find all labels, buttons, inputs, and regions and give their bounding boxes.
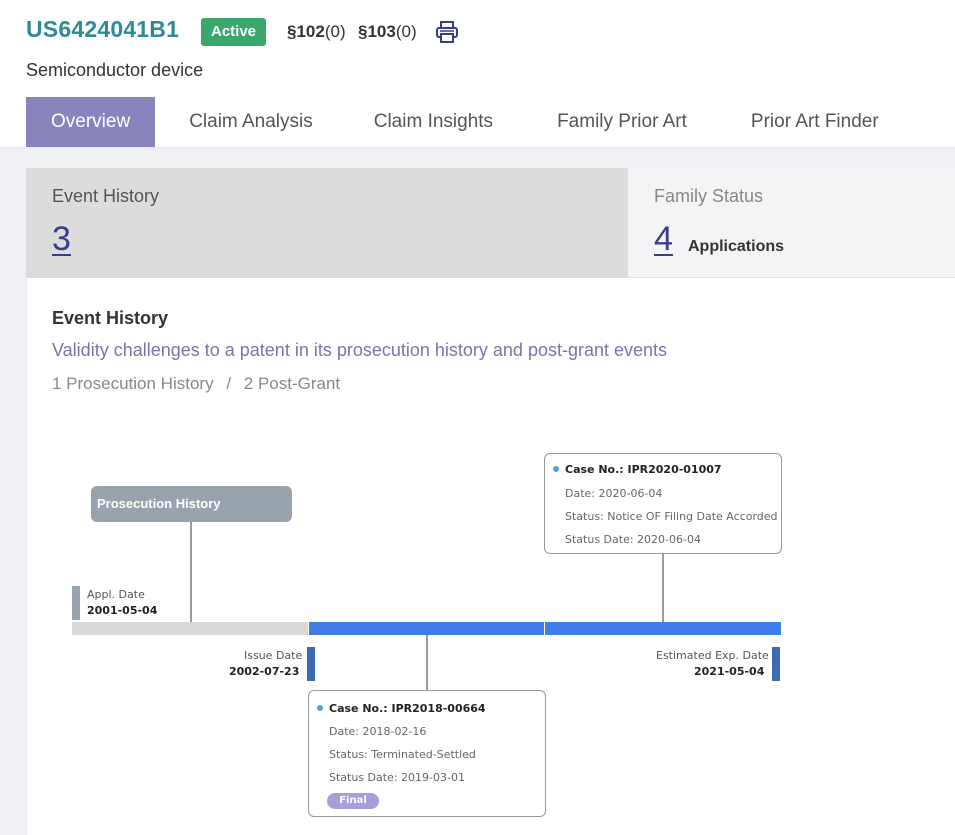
final-badge: Final xyxy=(327,793,379,809)
case-1-status-date: Status Date: 2020-06-04 xyxy=(565,533,701,546)
case-1-number-row: Case No.: IPR2020-01007 xyxy=(553,463,722,476)
bullet-dot-icon xyxy=(317,705,323,711)
appl-date-label: Appl. Date xyxy=(87,588,145,601)
exp-date-marker xyxy=(772,647,780,681)
case-1-status: Status: Notice OF Filing Date Accorded xyxy=(565,510,778,523)
case-2-number-row: Case No.: IPR2018-00664 xyxy=(317,702,486,715)
issue-date-label: Issue Date xyxy=(244,649,303,662)
post-grant-bar-2 xyxy=(545,622,781,635)
bullet-dot-icon xyxy=(553,466,559,472)
exp-date-value: 2021-05-04 xyxy=(694,665,765,678)
case-2-status-date: Status Date: 2019-03-01 xyxy=(329,771,465,784)
case-2-status: Status: Terminated-Settled xyxy=(329,748,476,761)
case-1-number: Case No.: IPR2020-01007 xyxy=(565,463,722,476)
post-grant-bar-1 xyxy=(309,622,544,635)
issue-date-value: 2002-07-23 xyxy=(229,665,300,678)
appl-date-marker xyxy=(72,586,80,620)
case-1-date: Date: 2020-06-04 xyxy=(565,487,663,500)
exp-date-label: Estimated Exp. Date xyxy=(656,649,769,662)
case-callout-ipr2018-00664[interactable]: Case No.: IPR2018-00664 Date: 2018-02-16… xyxy=(308,690,546,817)
prosecution-bar xyxy=(72,622,308,635)
issue-date-marker xyxy=(307,647,315,681)
prosecution-history-label[interactable]: Prosecution History xyxy=(91,486,292,522)
case-2-date: Date: 2018-02-16 xyxy=(329,725,427,738)
case-2-number: Case No.: IPR2018-00664 xyxy=(329,702,486,715)
case-callout-ipr2020-01007[interactable]: Case No.: IPR2020-01007 Date: 2020-06-04… xyxy=(544,453,782,554)
appl-date-value: 2001-05-04 xyxy=(87,604,158,617)
